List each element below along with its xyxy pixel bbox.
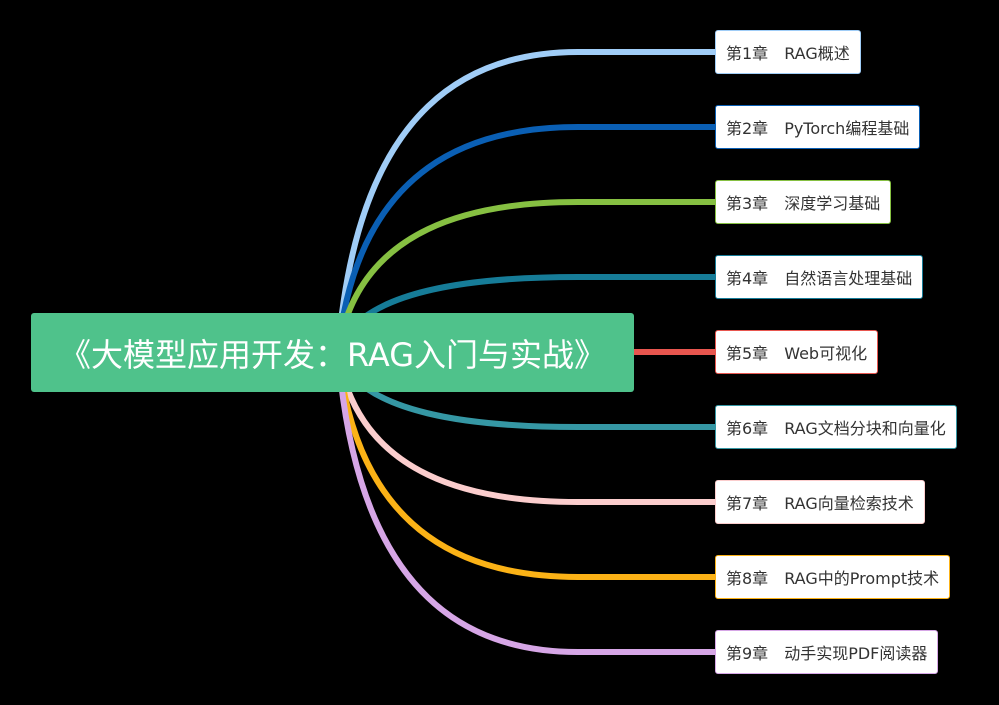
chapter-title: PyTorch编程基础 xyxy=(784,119,910,138)
chapter-title: RAG中的Prompt技术 xyxy=(784,569,940,588)
chapter-node-4[interactable]: 第4章 自然语言处理基础 xyxy=(715,255,924,299)
chapter-node-5[interactable]: 第5章 Web可视化 xyxy=(715,330,879,374)
chapter-number: 第5章 xyxy=(726,344,769,363)
chapter-title: 自然语言处理基础 xyxy=(784,269,913,288)
root-title: 《大模型应用开发：RAG入门与实战》 xyxy=(58,335,607,374)
chapter-number: 第1章 xyxy=(726,44,769,63)
chapter-number: 第3章 xyxy=(726,194,769,213)
chapter-number: 第2章 xyxy=(726,119,769,138)
chapter-title: RAG概述 xyxy=(784,44,850,63)
chapter-title: 动手实现PDF阅读器 xyxy=(784,644,928,663)
chapter-title: Web可视化 xyxy=(784,344,868,363)
root-topic[interactable]: 《大模型应用开发：RAG入门与实战》 xyxy=(31,313,634,392)
chapter-node-1[interactable]: 第1章 RAG概述 xyxy=(715,30,861,74)
chapter-number: 第8章 xyxy=(726,569,769,588)
mind-map: 《大模型应用开发：RAG入门与实战》 第1章 RAG概述 第2章 PyTorch… xyxy=(0,0,999,705)
chapter-node-2[interactable]: 第2章 PyTorch编程基础 xyxy=(715,105,921,149)
chapter-node-9[interactable]: 第9章 动手实现PDF阅读器 xyxy=(715,630,939,674)
chapter-node-7[interactable]: 第7章 RAG向量检索技术 xyxy=(715,480,925,524)
chapter-node-8[interactable]: 第8章 RAG中的Prompt技术 xyxy=(715,555,951,599)
chapter-title: 深度学习基础 xyxy=(784,194,881,213)
chapter-number: 第9章 xyxy=(726,644,769,663)
chapter-node-3[interactable]: 第3章 深度学习基础 xyxy=(715,180,892,224)
chapter-number: 第6章 xyxy=(726,419,769,438)
chapter-title: RAG文档分块和向量化 xyxy=(784,419,946,438)
chapter-number: 第7章 xyxy=(726,494,769,513)
chapter-title: RAG向量检索技术 xyxy=(784,494,914,513)
chapter-node-6[interactable]: 第6章 RAG文档分块和向量化 xyxy=(715,405,957,449)
chapter-number: 第4章 xyxy=(726,269,769,288)
